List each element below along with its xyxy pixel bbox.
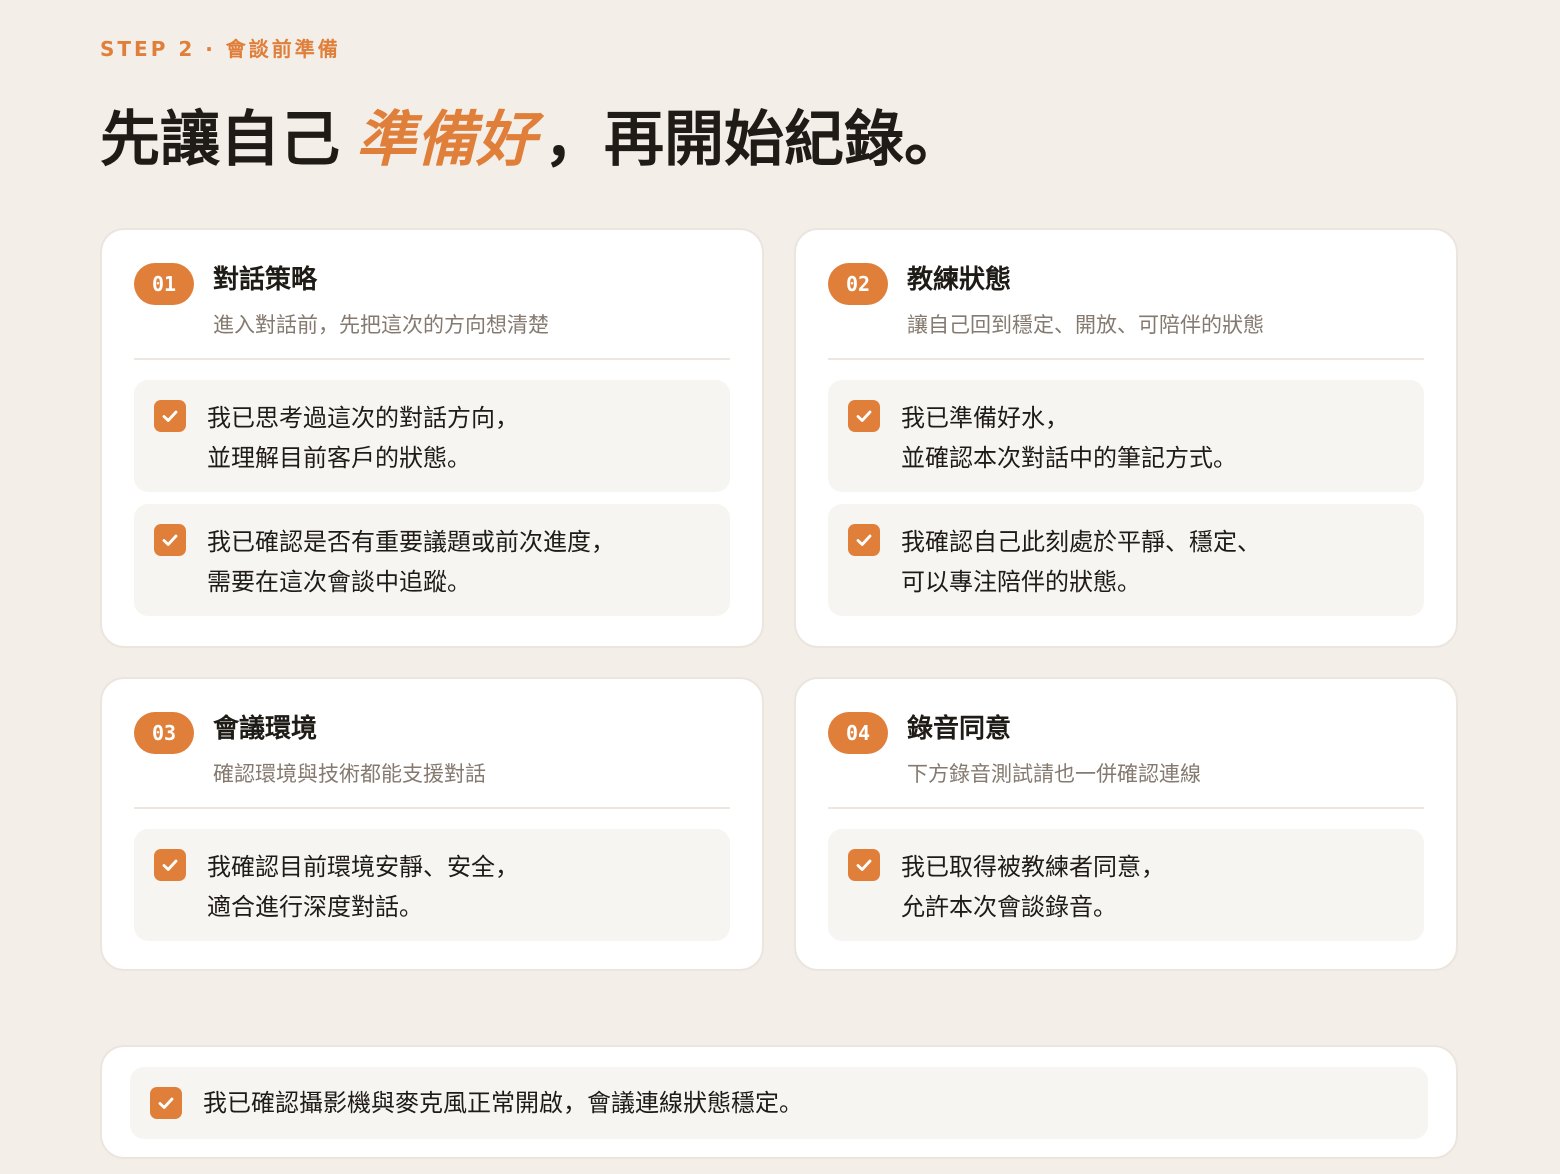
- section-card-recording-consent: 04 錄音同意 下方錄音測試請也一併確認連線 我已取得被教練者同意， 允許本次會…: [794, 677, 1458, 971]
- section-header: 02 教練狀態 讓自己回到穩定、開放、可陪伴的狀態: [828, 262, 1424, 360]
- checklist-item-text: 我已準備好水， 並確認本次對話中的筆記方式。: [901, 404, 1237, 472]
- checkmark-icon: [162, 410, 178, 422]
- section-title: 錄音同意: [907, 714, 1012, 744]
- checklist-item[interactable]: 我已取得被教練者同意， 允許本次會談錄音。: [828, 829, 1424, 941]
- checkmark-icon: [162, 859, 178, 871]
- checkmark-icon: [162, 534, 178, 546]
- section-card-strategy: 01 對話策略 進入對話前，先把這次的方向想清楚 我已思考過這次的對話方向， 並…: [100, 228, 764, 648]
- checklist-item[interactable]: 我已準備好水， 並確認本次對話中的筆記方式。: [828, 380, 1424, 492]
- checkbox-checked[interactable]: [154, 849, 186, 881]
- headline-before: 先讓自己: [100, 105, 340, 175]
- checkmark-icon: [856, 859, 872, 871]
- final-check-card: 我已確認攝影機與麥克風正常開啟，會議連線狀態穩定。: [100, 1045, 1458, 1159]
- section-number-badge: 01: [134, 263, 194, 305]
- checklist-item-text: 我確認目前環境安靜、安全， 適合進行深度對話。: [207, 853, 519, 921]
- section-header: 01 對話策略 進入對話前，先把這次的方向想清楚: [134, 262, 730, 360]
- checklist-item-text: 我已思考過這次的對話方向， 並理解目前客戶的狀態。: [207, 404, 519, 472]
- section-subtitle: 確認環境與技術都能支援對話: [213, 762, 486, 786]
- checklist-item[interactable]: 我確認目前環境安靜、安全， 適合進行深度對話。: [134, 829, 730, 941]
- checkbox-checked[interactable]: [150, 1087, 182, 1119]
- pre-session-checklist-page: STEP 2 · 會談前準備 先讓自己 準備好 ，再開始紀錄。 01 對話策略 進入…: [0, 0, 1560, 1174]
- section-number-badge: 04: [828, 712, 888, 754]
- section-title: 對話策略: [213, 265, 318, 295]
- section-card-coach-state: 02 教練狀態 讓自己回到穩定、開放、可陪伴的狀態 我已準備好水， 並確認本次對…: [794, 228, 1458, 648]
- page-headline: 先讓自己 準備好 ，再開始紀錄。: [100, 100, 964, 180]
- checklist-item[interactable]: 我已思考過這次的對話方向， 並理解目前客戶的狀態。: [134, 380, 730, 492]
- checklist-item-text: 我已確認是否有重要議題或前次進度， 需要在這次會談中追蹤。: [207, 528, 615, 596]
- checklist: 我已取得被教練者同意， 允許本次會談錄音。: [828, 829, 1424, 941]
- section-subtitle: 進入對話前，先把這次的方向想清楚: [213, 313, 549, 337]
- checkbox-checked[interactable]: [154, 524, 186, 556]
- checkbox-checked[interactable]: [848, 524, 880, 556]
- section-header: 04 錄音同意 下方錄音測試請也一併確認連線: [828, 711, 1424, 809]
- checkbox-checked[interactable]: [848, 849, 880, 881]
- checkmark-icon: [856, 534, 872, 546]
- section-title: 教練狀態: [907, 265, 1012, 295]
- section-number-badge: 03: [134, 712, 194, 754]
- checklist-item-text: 我已取得被教練者同意， 允許本次會談錄音。: [901, 853, 1165, 921]
- checkbox-checked[interactable]: [154, 400, 186, 432]
- checklist-item[interactable]: 我已確認是否有重要議題或前次進度， 需要在這次會談中追蹤。: [134, 504, 730, 616]
- section-subtitle: 下方錄音測試請也一併確認連線: [907, 762, 1201, 786]
- step-label: STEP 2 · 會談前準備: [100, 37, 341, 61]
- checkbox-checked[interactable]: [848, 400, 880, 432]
- checklist: 我確認目前環境安靜、安全， 適合進行深度對話。: [134, 829, 730, 941]
- checklist: 我已思考過這次的對話方向， 並理解目前客戶的狀態。 我已確認是否有重要議題或前次…: [134, 380, 730, 616]
- checklist: 我已準備好水， 並確認本次對話中的筆記方式。 我確認自己此刻處於平靜、穩定、 可…: [828, 380, 1424, 616]
- section-card-environment: 03 會議環境 確認環境與技術都能支援對話 我確認目前環境安靜、安全， 適合進行…: [100, 677, 764, 971]
- final-check-item[interactable]: 我已確認攝影機與麥克風正常開啟，會議連線狀態穩定。: [130, 1067, 1428, 1139]
- section-header: 03 會議環境 確認環境與技術都能支援對話: [134, 711, 730, 809]
- section-number-badge: 02: [828, 263, 888, 305]
- section-title: 會議環境: [213, 714, 318, 744]
- headline-accent: 準備好: [356, 105, 536, 175]
- checklist-item-text: 我確認自己此刻處於平靜、穩定、 可以專注陪伴的狀態。: [901, 528, 1261, 596]
- headline-after: ，再開始紀錄。: [544, 105, 964, 175]
- checkmark-icon: [856, 410, 872, 422]
- checklist-item[interactable]: 我確認自己此刻處於平靜、穩定、 可以專注陪伴的狀態。: [828, 504, 1424, 616]
- final-check-text: 我已確認攝影機與麥克風正常開啟，會議連線狀態穩定。: [203, 1089, 803, 1117]
- checkmark-icon: [158, 1097, 174, 1109]
- section-subtitle: 讓自己回到穩定、開放、可陪伴的狀態: [907, 313, 1264, 337]
